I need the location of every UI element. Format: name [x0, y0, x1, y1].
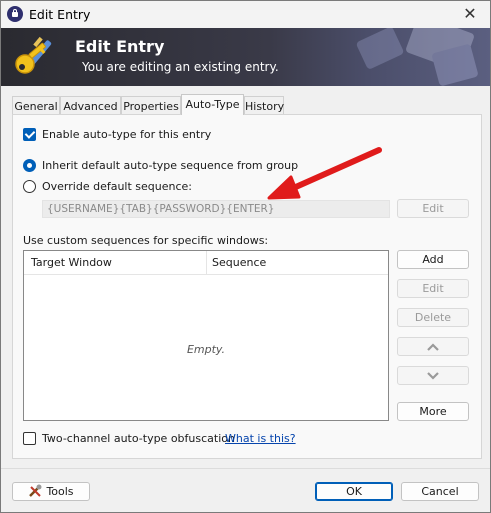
enable-auto-type-option[interactable]: Enable auto-type for this entry: [23, 128, 211, 141]
banner-subtitle: You are editing an existing entry.: [82, 60, 279, 74]
header-banner: Edit Entry You are editing an existing e…: [1, 28, 490, 86]
edit-sequence-button[interactable]: Edit: [397, 199, 469, 218]
list-header: Target Window Sequence: [24, 251, 388, 275]
obfuscation-checkbox[interactable]: [23, 432, 36, 445]
ok-button[interactable]: OK: [315, 482, 393, 501]
inherit-sequence-radio[interactable]: [23, 159, 36, 172]
custom-sequences-list[interactable]: Target Window Sequence Empty.: [23, 250, 389, 421]
obfuscation-label: Two-channel auto-type obfuscation: [42, 432, 235, 445]
custom-sequences-label: Use custom sequences for specific window…: [23, 234, 269, 247]
more-button[interactable]: More: [397, 402, 469, 421]
column-sequence[interactable]: Sequence: [212, 256, 266, 269]
tab-advanced[interactable]: Advanced: [60, 96, 121, 115]
override-sequence-option[interactable]: Override default sequence:: [23, 180, 192, 193]
enable-auto-type-checkbox[interactable]: [23, 128, 36, 141]
inherit-sequence-label: Inherit default auto-type sequence from …: [42, 159, 299, 172]
obfuscation-option[interactable]: Two-channel auto-type obfuscation: [23, 432, 235, 445]
list-empty-text: Empty.: [186, 343, 226, 356]
key-icon: [15, 36, 52, 74]
tab-properties[interactable]: Properties: [121, 96, 181, 115]
window-title: Edit Entry: [29, 7, 91, 22]
banner-title: Edit Entry: [75, 37, 165, 56]
move-down-button[interactable]: [397, 366, 469, 385]
tools-label: Tools: [46, 485, 74, 498]
column-target-window[interactable]: Target Window: [31, 256, 112, 269]
footer-divider: [1, 468, 490, 469]
close-button[interactable]: ✕: [460, 4, 480, 24]
red-arrow-icon: [267, 147, 382, 200]
edit-button[interactable]: Edit: [397, 279, 469, 298]
delete-button[interactable]: Delete: [397, 308, 469, 327]
tab-general[interactable]: General: [12, 96, 60, 115]
override-sequence-label: Override default sequence:: [42, 180, 193, 193]
column-divider[interactable]: [206, 251, 207, 275]
chevron-up-icon: [427, 343, 439, 351]
tab-auto-type[interactable]: Auto-Type: [181, 94, 244, 115]
title-bar[interactable]: Edit Entry ✕: [1, 1, 490, 28]
add-button[interactable]: Add: [397, 250, 469, 269]
override-sequence-radio[interactable]: [23, 180, 36, 193]
cancel-button[interactable]: Cancel: [401, 482, 479, 501]
inherit-sequence-option[interactable]: Inherit default auto-type sequence from …: [23, 159, 298, 172]
tab-history[interactable]: History: [244, 96, 284, 115]
edit-entry-window: Edit Entry ✕ Edit Entry You are editing …: [0, 0, 491, 513]
chevron-down-icon: [427, 372, 439, 380]
tools-button[interactable]: Tools: [12, 482, 90, 501]
tools-icon: [29, 484, 42, 497]
move-up-button[interactable]: [397, 337, 469, 356]
banner-decoration: [356, 28, 478, 86]
enable-auto-type-label: Enable auto-type for this entry: [42, 128, 212, 141]
keepass-lock-icon: [7, 6, 23, 22]
help-link[interactable]: What is this?: [225, 432, 296, 445]
